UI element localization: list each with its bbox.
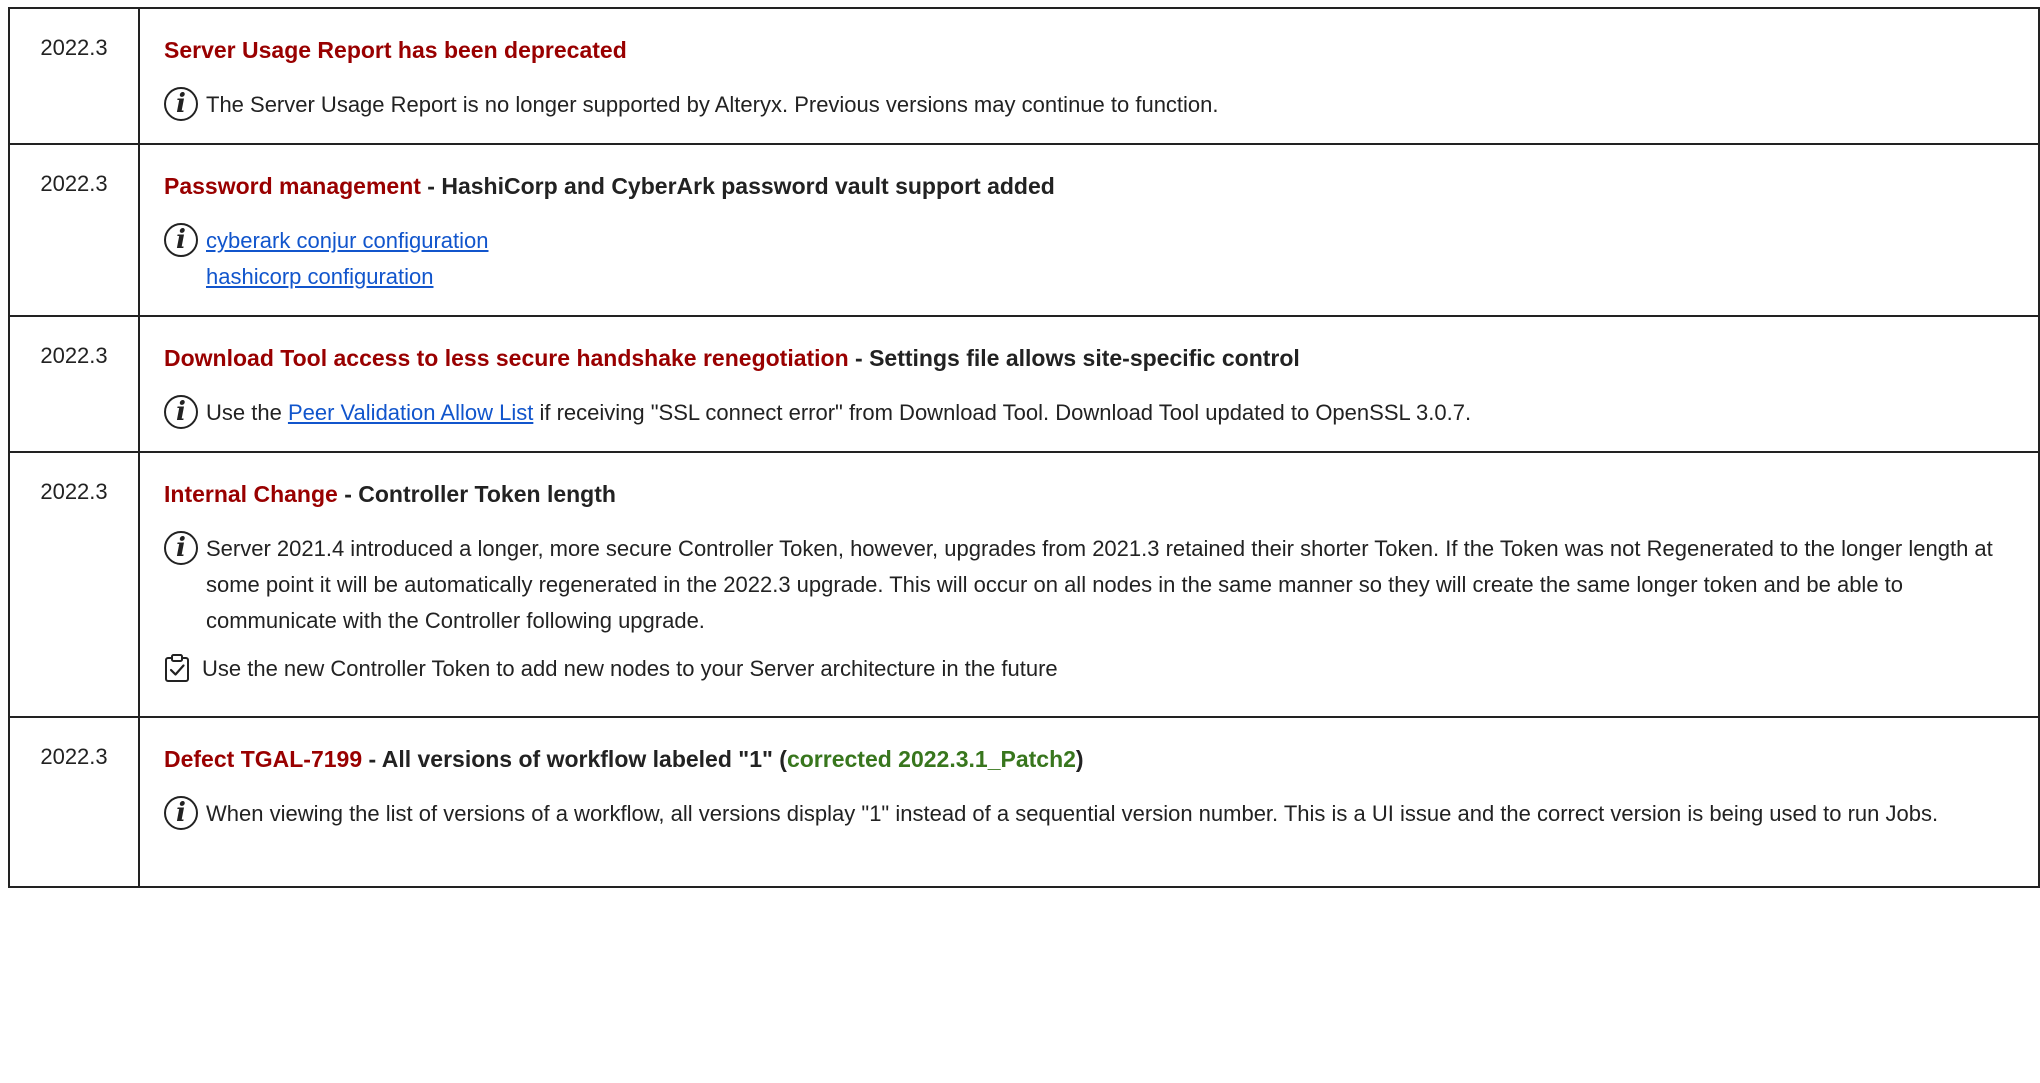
title-highlight: Password management: [164, 173, 421, 199]
version-cell: 2022.3: [8, 143, 140, 317]
description-cell: Defect TGAL-7199 - All versions of workf…: [138, 716, 2040, 888]
note-text: The Server Usage Report is no longer sup…: [206, 92, 1219, 117]
info-note: i Use the Peer Validation Allow List if …: [164, 395, 2018, 431]
info-note: i Server 2021.4 introduced a longer, mor…: [164, 531, 2018, 639]
row-title: Internal Change - Controller Token lengt…: [164, 479, 2018, 509]
title-rest: - All versions of workflow labeled "1" (: [362, 746, 787, 772]
note-text: Server 2021.4 introduced a longer, more …: [206, 536, 1993, 633]
info-circle-icon: i: [164, 531, 198, 565]
info-note: i When viewing the list of versions of a…: [164, 796, 2018, 832]
title-end: ): [1075, 746, 1084, 772]
action-item: Use the new Controller Token to add new …: [164, 651, 2018, 687]
release-row: 2022.3 Password management - HashiCorp a…: [8, 143, 2040, 317]
release-row: 2022.3 Defect TGAL-7199 - All versions o…: [8, 716, 2040, 888]
release-row: 2022.3 Internal Change - Controller Toke…: [8, 451, 2040, 718]
info-circle-icon: i: [164, 223, 198, 257]
title-rest: - Settings file allows site-specific con…: [848, 345, 1300, 371]
info-circle-icon: i: [164, 796, 198, 830]
row-title: Server Usage Report has been deprecated: [164, 35, 2018, 65]
release-row: 2022.3 Server Usage Report has been depr…: [8, 7, 2040, 145]
title-highlight: Defect TGAL-7199: [164, 746, 363, 772]
row-title: Download Tool access to less secure hand…: [164, 343, 2018, 373]
info-circle-icon: i: [164, 87, 198, 121]
title-highlight: Server Usage Report has been deprecated: [164, 37, 627, 63]
title-highlight: Download Tool access to less secure hand…: [164, 345, 849, 371]
title-patch: corrected 2022.3.1_Patch2: [786, 746, 1076, 772]
description-cell: Internal Change - Controller Token lengt…: [138, 451, 2040, 718]
info-note: i The Server Usage Report is no longer s…: [164, 87, 2018, 123]
description-cell: Download Tool access to less secure hand…: [138, 315, 2040, 453]
version-cell: 2022.3: [8, 7, 140, 145]
release-row: 2022.3 Download Tool access to less secu…: [8, 315, 2040, 453]
note-text-post: if receiving "SSL connect error" from Do…: [533, 400, 1472, 425]
version-cell: 2022.3: [8, 315, 140, 453]
description-cell: Password management - HashiCorp and Cybe…: [138, 143, 2040, 317]
release-notes-table: 2022.3 Server Usage Report has been depr…: [8, 7, 2040, 888]
note-text: When viewing the list of versions of a w…: [206, 801, 1939, 826]
row-title: Password management - HashiCorp and Cybe…: [164, 171, 2018, 201]
info-circle-icon: i: [164, 395, 198, 429]
title-rest: - HashiCorp and CyberArk password vault …: [420, 173, 1055, 199]
peer-validation-link[interactable]: Peer Validation Allow List: [288, 400, 533, 425]
row-title: Defect TGAL-7199 - All versions of workf…: [164, 744, 2018, 774]
note-text-pre: Use the: [206, 400, 288, 425]
description-cell: Server Usage Report has been deprecated …: [138, 7, 2040, 145]
version-cell: 2022.3: [8, 451, 140, 718]
hashicorp-config-link[interactable]: hashicorp configuration: [206, 264, 433, 289]
action-text: Use the new Controller Token to add new …: [202, 656, 1058, 681]
link-list: cyberark conjur configuration hashicorp …: [206, 223, 2018, 295]
title-rest: - Controller Token length: [337, 481, 616, 507]
version-cell: 2022.3: [8, 716, 140, 888]
info-note: i cyberark conjur configuration hashicor…: [164, 223, 2018, 295]
cyberark-config-link[interactable]: cyberark conjur configuration: [206, 228, 488, 253]
clipboard-check-icon: [165, 654, 189, 682]
title-highlight: Internal Change: [164, 481, 338, 507]
